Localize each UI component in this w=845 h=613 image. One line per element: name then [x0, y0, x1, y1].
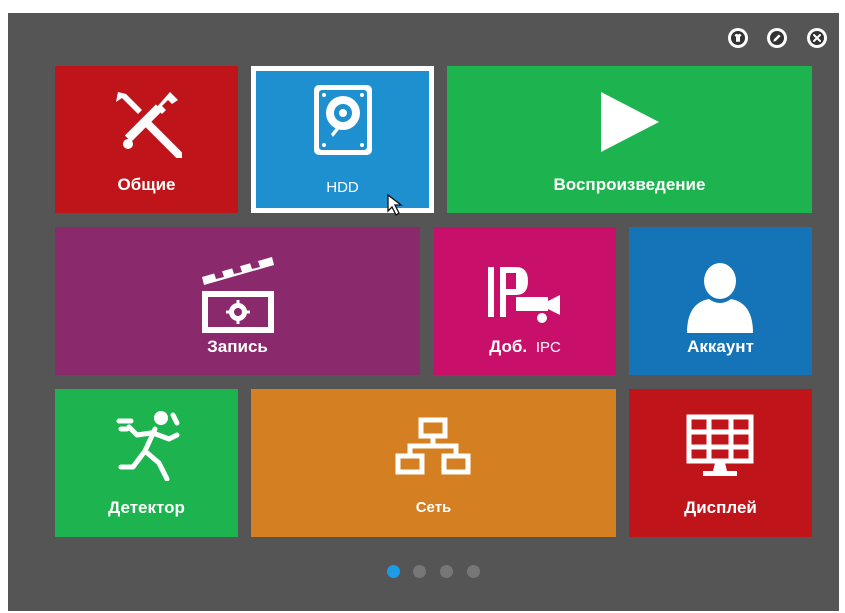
play-icon	[601, 92, 659, 152]
tile-playback-label: Воспроизведение	[553, 175, 706, 194]
edit-button[interactable]	[767, 28, 787, 48]
t-shirt-icon	[729, 29, 747, 47]
network-icon	[395, 417, 471, 475]
tile-record[interactable]: Запись	[55, 227, 420, 375]
tile-detector[interactable]: Детектор	[55, 389, 238, 537]
tile-add-ipc-label: Доб. IPC	[434, 337, 616, 357]
tile-display[interactable]: Дисплей	[629, 389, 812, 537]
tile-account[interactable]: Аккаунт	[629, 227, 812, 375]
tools-icon	[116, 92, 182, 158]
tile-add-ipc[interactable]: Доб. IPC	[434, 227, 616, 375]
tile-general-label: Общие	[117, 175, 176, 194]
close-button[interactable]	[807, 28, 827, 48]
page-dot-4[interactable]	[467, 565, 480, 578]
tile-display-label: Дисплей	[684, 498, 757, 517]
tile-network-label: Сеть	[415, 499, 452, 516]
tile-hdd[interactable]: HDD	[251, 66, 434, 213]
tile-network[interactable]: Сеть	[251, 389, 616, 537]
mouse-pointer-icon	[387, 193, 403, 216]
page-dot-3[interactable]	[440, 565, 453, 578]
hdd-icon	[314, 85, 372, 155]
clapperboard-icon	[202, 257, 274, 333]
user-icon	[687, 263, 753, 333]
tile-detector-label: Детектор	[108, 498, 185, 517]
ip-camera-icon	[488, 267, 560, 323]
page-dot-1[interactable]	[387, 565, 400, 578]
tile-playback[interactable]: Воспроизведение	[447, 66, 812, 213]
tile-record-label: Запись	[207, 337, 268, 356]
page-dot-2[interactable]	[413, 565, 426, 578]
skin-button[interactable]	[728, 28, 748, 48]
tile-general[interactable]: Общие	[55, 66, 238, 213]
tile-add-ipc-label-suffix: IPC	[535, 339, 561, 356]
close-icon	[808, 29, 826, 47]
running-man-icon	[116, 411, 180, 481]
tile-add-ipc-label-main: Доб.	[489, 337, 528, 356]
monitor-grid-icon	[686, 414, 754, 476]
pencil-icon	[768, 29, 786, 47]
tile-account-label: Аккаунт	[687, 337, 754, 356]
